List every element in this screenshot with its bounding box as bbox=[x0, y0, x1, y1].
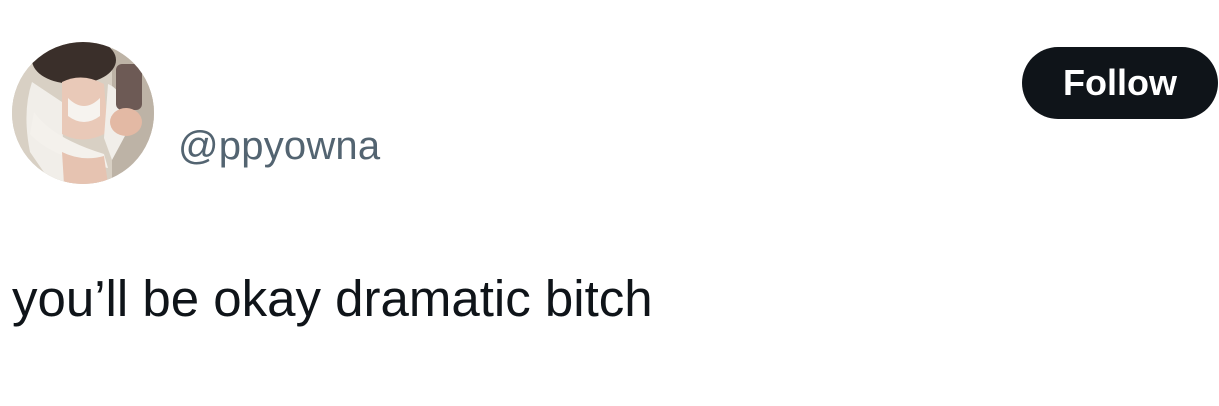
follow-button[interactable]: Follow bbox=[1022, 47, 1218, 119]
user-handle[interactable]: @ppyowna bbox=[178, 122, 380, 170]
tweet-text: you’ll be okay dramatic bitch bbox=[12, 270, 653, 327]
profile-photo-icon bbox=[12, 42, 154, 184]
avatar[interactable] bbox=[12, 42, 154, 184]
